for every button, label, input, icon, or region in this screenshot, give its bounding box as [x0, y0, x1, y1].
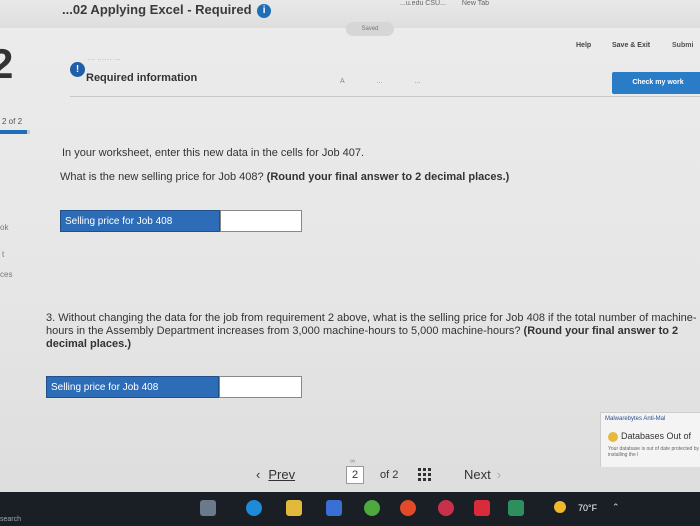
required-info-sublabel: ... ...... ...	[88, 56, 122, 62]
selling-price-input-q3[interactable]	[219, 376, 302, 398]
weather-temperature: 70°F	[578, 503, 598, 513]
edge-icon[interactable]	[246, 500, 262, 516]
save-exit-button[interactable]: Save & Exit	[612, 42, 650, 49]
alert-icon: !	[70, 62, 85, 77]
sidebar-fragment-1: ok	[0, 223, 9, 232]
browser-tab-new[interactable]: New Tab	[462, 0, 489, 7]
next-label: Next	[464, 467, 491, 482]
browser-tab-fragment[interactable]: ...u.edu CSU...	[400, 0, 446, 7]
warning-icon	[608, 432, 618, 442]
question-instruction: In your worksheet, enter this new data i…	[62, 147, 365, 159]
opera-icon[interactable]	[400, 500, 416, 516]
notification-brand: Malwarebytes Anti-Mal	[605, 416, 666, 422]
question-3-text: 3. Without changing the data for the job…	[46, 312, 700, 351]
column-marks: A ... ...	[340, 78, 450, 85]
help-button[interactable]: Help	[576, 42, 591, 49]
answer-row-job-408-q3: Selling price for Job 408	[46, 376, 302, 398]
taskbar-search-fragment[interactable]: search	[0, 516, 21, 523]
chevron-right-icon: ›	[496, 467, 502, 482]
weather-icon[interactable]	[554, 501, 566, 513]
info-icon[interactable]: i	[257, 3, 272, 18]
link-icon: ∞	[350, 458, 355, 465]
answer-label: Selling price for Job 408	[46, 376, 219, 398]
submit-button[interactable]: Submi	[672, 42, 693, 49]
excel-icon[interactable]	[508, 500, 524, 516]
prev-label: Prev	[268, 467, 296, 482]
notification-body: Your database is out of date protected b…	[608, 446, 699, 458]
column-mark: ...	[414, 78, 421, 85]
prev-button[interactable]: ‹ Prev	[256, 467, 295, 482]
selling-price-input[interactable]	[220, 210, 302, 232]
grid-icon[interactable]	[418, 468, 432, 482]
browser-tabs: ...u.edu CSU... New Tab	[400, 0, 503, 7]
answer-label: Selling price for Job 408	[60, 210, 220, 232]
page-number-badge: 2	[0, 40, 14, 87]
store-icon[interactable]	[326, 500, 342, 516]
assignment-title: ...02 Applying Excel - Required i	[62, 2, 272, 18]
column-mark: A	[340, 78, 345, 85]
folder-icon[interactable]	[286, 500, 302, 516]
progress-fill	[0, 130, 27, 134]
saved-status-badge: Saved	[346, 22, 394, 36]
current-page-box[interactable]: 2	[346, 466, 364, 484]
column-mark: ...	[376, 78, 383, 85]
sidebar-fragment-2: t	[2, 250, 5, 259]
next-button[interactable]: Next ›	[464, 467, 501, 482]
progress-label: 2 of 2	[2, 117, 23, 126]
file-explorer-icon[interactable]	[200, 500, 216, 516]
chevron-up-icon[interactable]: ⌃	[612, 502, 620, 513]
chrome-icon[interactable]	[364, 500, 380, 516]
sidebar-fragment-3: ces	[0, 270, 13, 279]
question-prompt: What is the new selling price for Job 40…	[60, 171, 264, 183]
notification-title: Databases Out of	[621, 431, 692, 441]
divider	[70, 96, 700, 97]
required-information-tab[interactable]: Required information	[86, 72, 197, 84]
music-icon[interactable]	[438, 500, 454, 516]
question-hint: (Round your final answer to 2 decimal pl…	[266, 171, 510, 183]
answer-row-job-408: Selling price for Job 408	[60, 210, 302, 232]
page-of-label: of 2	[380, 469, 399, 481]
app-icon[interactable]	[474, 500, 490, 516]
check-my-work-button[interactable]: Check my work	[612, 72, 700, 94]
question-text: What is the new selling price for Job 40…	[60, 171, 509, 183]
assignment-title-text: ...02 Applying Excel - Required	[62, 2, 252, 17]
chevron-left-icon: ‹	[256, 467, 261, 482]
